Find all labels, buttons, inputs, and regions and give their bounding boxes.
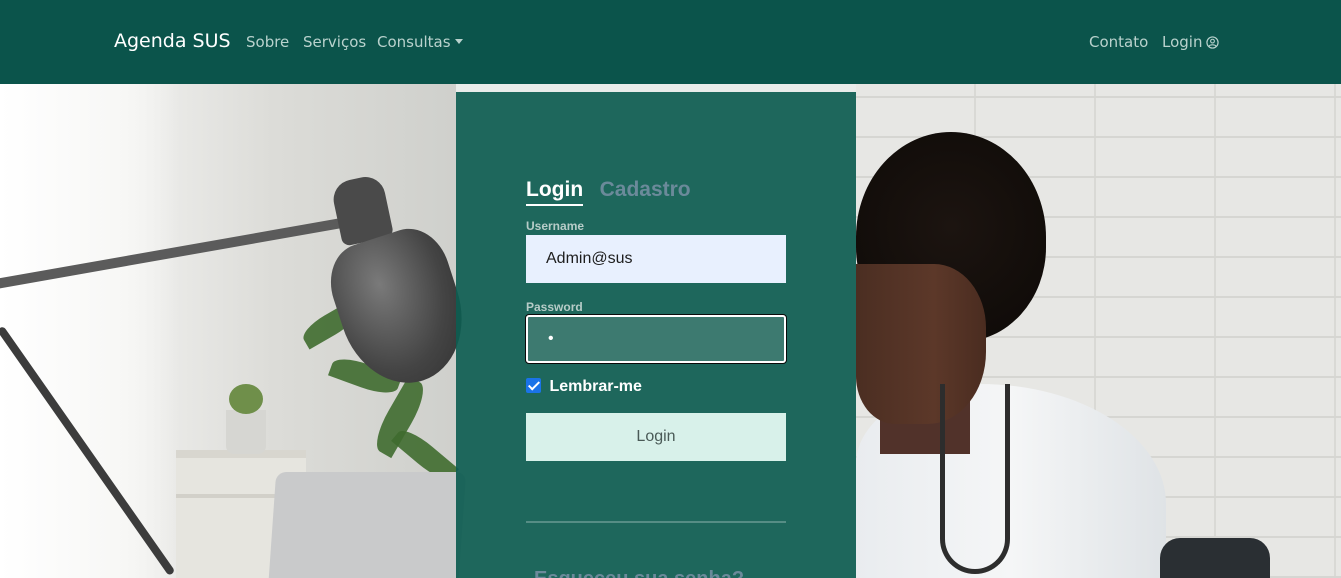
username-input[interactable]	[526, 235, 786, 283]
tab-cadastro[interactable]: Cadastro	[600, 178, 691, 202]
nav-link-login[interactable]: Login	[1162, 33, 1220, 53]
forgot-password-link[interactable]: Esqueceu sua senha?	[534, 568, 744, 578]
remember-me-checkbox[interactable]	[526, 378, 541, 393]
password-label: Password	[526, 300, 583, 314]
nav-dropdown-consultas[interactable]: Consultas	[377, 33, 463, 51]
chair	[1160, 538, 1270, 578]
tab-login[interactable]: Login	[526, 178, 584, 206]
caret-down-icon	[454, 39, 463, 44]
window-light	[0, 84, 180, 578]
nav-link-login-label: Login	[1162, 33, 1203, 51]
nav-dropdown-consultas-label: Consultas	[377, 33, 451, 51]
top-navbar: Agenda SUS Sobre Serviços Consultas Cont…	[0, 0, 1341, 84]
nav-link-servicos[interactable]: Serviços	[303, 33, 366, 51]
remember-me-label[interactable]: Lembrar-me	[549, 378, 641, 395]
user-circle-icon	[1206, 35, 1220, 53]
form-divider	[526, 521, 786, 523]
remember-me-row: Lembrar-me	[526, 378, 642, 396]
login-card: Login Cadastro Username Password Lembrar…	[456, 92, 856, 578]
auth-tabs: Login Cadastro	[526, 178, 691, 206]
stethoscope	[940, 384, 1010, 574]
nav-link-contato[interactable]: Contato	[1089, 33, 1148, 51]
login-submit-button[interactable]: Login	[526, 413, 786, 461]
small-plant	[229, 384, 263, 414]
password-input[interactable]	[526, 315, 786, 363]
username-label: Username	[526, 219, 585, 233]
laptop	[267, 472, 467, 578]
plant-pot	[226, 410, 266, 454]
nav-link-sobre[interactable]: Sobre	[246, 33, 289, 51]
brand-link[interactable]: Agenda SUS	[114, 30, 231, 52]
